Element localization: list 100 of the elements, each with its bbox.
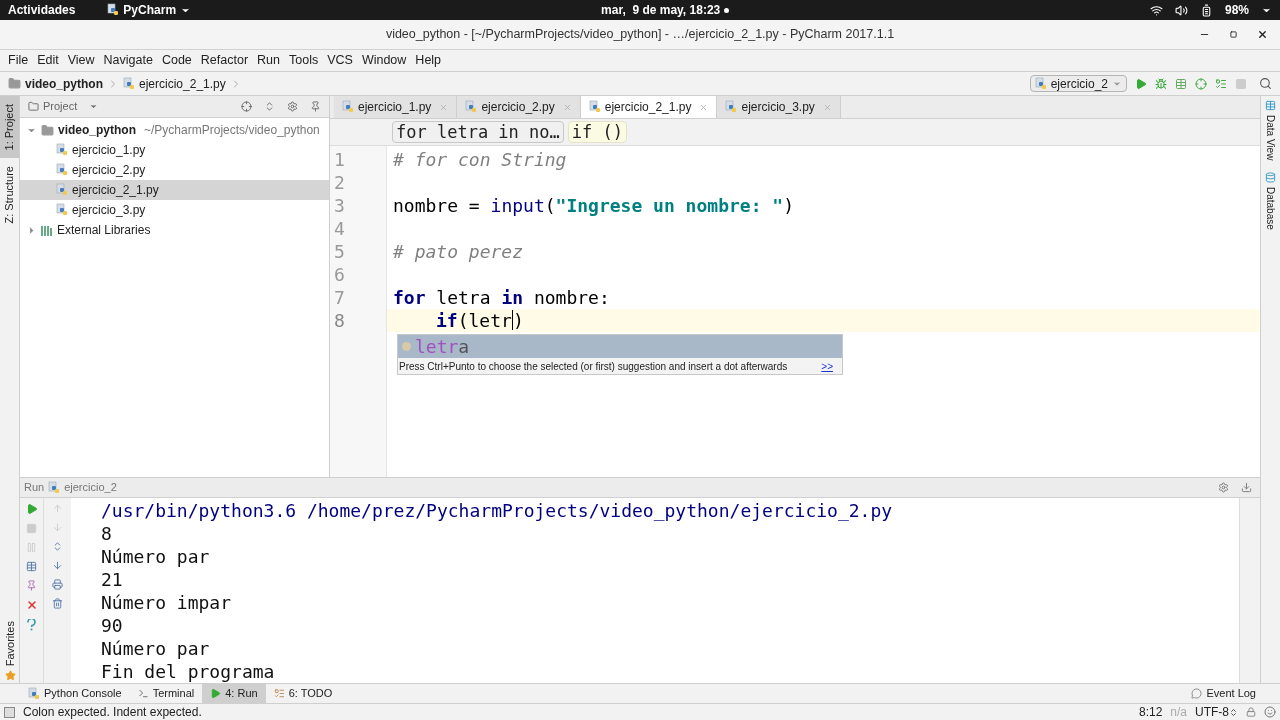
completion-item[interactable]: letra bbox=[398, 335, 842, 358]
project-view-icon bbox=[28, 101, 39, 112]
tool-window-button[interactable]: 6: TODO bbox=[265, 684, 341, 703]
line-number: 6 bbox=[333, 263, 346, 286]
close-tab-icon[interactable] bbox=[699, 102, 709, 112]
caret-position[interactable]: 8:12 bbox=[1138, 703, 1163, 720]
help-icon[interactable] bbox=[27, 619, 36, 631]
rerun-icon[interactable] bbox=[25, 503, 38, 515]
editor-tab[interactable]: ejercicio_2.py bbox=[457, 96, 581, 118]
tree-item[interactable]: ejercicio_2.py bbox=[20, 160, 329, 180]
tree-item[interactable]: External Libraries bbox=[20, 220, 329, 240]
activities-button[interactable]: Actividades bbox=[8, 1, 76, 19]
app-icon bbox=[107, 3, 120, 17]
code-line: nombre = input("Ingrese un nombre: ") bbox=[392, 194, 794, 217]
wrap-icon[interactable] bbox=[52, 541, 63, 552]
library-icon bbox=[41, 224, 53, 236]
folder-icon bbox=[8, 77, 21, 90]
menu-item[interactable]: Code bbox=[157, 51, 196, 70]
profile-icon[interactable] bbox=[1195, 77, 1207, 90]
trash-icon[interactable] bbox=[52, 598, 63, 609]
menu-item[interactable]: Edit bbox=[33, 51, 63, 70]
menu-item[interactable]: Navigate bbox=[99, 51, 157, 70]
menu-item[interactable]: Window bbox=[357, 51, 411, 70]
line-number: 5 bbox=[333, 240, 346, 263]
wifi-icon[interactable] bbox=[1149, 3, 1163, 17]
line-number: 1 bbox=[333, 148, 346, 171]
volume-icon[interactable] bbox=[1174, 3, 1188, 17]
star-icon bbox=[4, 670, 16, 681]
python-file-icon bbox=[56, 183, 68, 197]
tree-label: ejercicio_2_1.py bbox=[72, 182, 159, 199]
todo-icon bbox=[273, 688, 285, 699]
caret-icon[interactable] bbox=[89, 102, 99, 111]
pin-icon[interactable] bbox=[26, 580, 37, 591]
editor-tab[interactable]: ejercicio_1.py bbox=[334, 96, 458, 118]
event-log-button[interactable]: Event Log bbox=[1191, 685, 1256, 702]
python-file-icon bbox=[342, 100, 354, 114]
settings-icon[interactable] bbox=[1218, 482, 1229, 493]
hide-icon[interactable] bbox=[310, 101, 321, 112]
run-icon[interactable] bbox=[1135, 77, 1147, 90]
battery-percent: 98% bbox=[1224, 2, 1249, 19]
python-file-icon bbox=[725, 100, 738, 114]
debug-icon[interactable] bbox=[1155, 77, 1167, 90]
menu-item[interactable]: Refactor bbox=[196, 51, 253, 70]
app-menu-button[interactable]: PyCharm bbox=[107, 1, 192, 19]
code-breadcrumb[interactable]: for letra in no… bbox=[392, 121, 564, 143]
tool-window-tab[interactable]: Z: Structure bbox=[0, 158, 19, 232]
status-message: Colon expected. Indent expected. bbox=[23, 704, 202, 720]
line-number: 7 bbox=[333, 286, 346, 309]
line-number: 4 bbox=[333, 217, 346, 240]
coverage-icon[interactable] bbox=[1175, 77, 1187, 90]
tool-window-button[interactable]: Python Console bbox=[20, 684, 130, 703]
editor-tab[interactable]: ejercicio_3.py bbox=[717, 96, 841, 118]
encoding[interactable]: UTF-8 bbox=[1195, 703, 1229, 720]
settings-icon[interactable] bbox=[287, 101, 298, 112]
concurrency-icon[interactable] bbox=[1215, 77, 1227, 90]
scroll-from-source-icon[interactable] bbox=[241, 101, 252, 112]
python-file-icon bbox=[56, 143, 68, 157]
maximize-icon[interactable] bbox=[1230, 31, 1237, 38]
tree-item[interactable]: ejercicio_2_1.py bbox=[20, 180, 329, 200]
menu-item[interactable]: File bbox=[4, 51, 33, 70]
inspector-icon[interactable] bbox=[1264, 706, 1276, 718]
layout-icon[interactable] bbox=[26, 561, 37, 572]
menu-item[interactable]: VCS bbox=[323, 51, 357, 70]
status-toggle-icon[interactable] bbox=[4, 706, 15, 718]
output-line: Número par bbox=[101, 637, 211, 660]
project-view-selector[interactable]: Project bbox=[43, 98, 78, 115]
menu-item[interactable]: Help bbox=[411, 51, 446, 70]
tree-item[interactable]: video_python ~/PycharmProjects/video_python bbox=[20, 120, 329, 140]
scroll-to-end-icon[interactable] bbox=[52, 560, 63, 571]
lock-icon[interactable] bbox=[1246, 707, 1256, 717]
tool-window-tab[interactable]: 1: Project bbox=[0, 96, 19, 159]
tree-item[interactable]: ejercicio_1.py bbox=[20, 140, 329, 160]
collapse-all-icon[interactable] bbox=[264, 101, 275, 112]
close-icon[interactable] bbox=[1257, 29, 1268, 40]
python-icon bbox=[48, 480, 61, 495]
editor-tab[interactable]: ejercicio_2_1.py bbox=[580, 96, 718, 118]
breadcrumb[interactable]: video_python bbox=[25, 74, 103, 93]
output-line: 8 bbox=[101, 522, 113, 545]
tool-window-tab[interactable]: Database bbox=[1263, 172, 1278, 231]
python-file-icon bbox=[588, 100, 601, 114]
tool-window-button[interactable]: 4: Run bbox=[202, 684, 266, 703]
hide-panel-icon[interactable] bbox=[1241, 482, 1252, 493]
tool-window-button[interactable]: Terminal bbox=[129, 684, 203, 703]
run-config-dropdown[interactable]: ejercicio_2 bbox=[1029, 75, 1127, 92]
command-line: /usr/bin/python3.6 /home/prez/PycharmProjects/video_python/ejercicio_2.py bbox=[101, 499, 894, 522]
menu-item[interactable]: Run bbox=[253, 51, 284, 70]
output-line: Fin del programa bbox=[101, 660, 276, 683]
clock[interactable]: mar, 9 de may, 18:23 bbox=[601, 1, 721, 19]
tool-window-tab[interactable]: Data View bbox=[1263, 100, 1278, 161]
line-number: 8 bbox=[333, 309, 346, 332]
python-icon bbox=[28, 686, 40, 701]
menu-item[interactable]: View bbox=[63, 51, 99, 70]
search-icon[interactable] bbox=[1259, 77, 1272, 90]
favorites-tab[interactable]: Favorites bbox=[0, 620, 20, 681]
breadcrumb[interactable]: ejercicio_2_1.py bbox=[139, 74, 226, 93]
tree-item[interactable]: ejercicio_3.py bbox=[20, 200, 329, 220]
stepper-icon[interactable] bbox=[1229, 707, 1238, 717]
print-icon[interactable] bbox=[52, 579, 63, 590]
code-breadcrumb[interactable]: if () bbox=[567, 121, 627, 143]
menu-item[interactable]: Tools bbox=[285, 51, 323, 70]
